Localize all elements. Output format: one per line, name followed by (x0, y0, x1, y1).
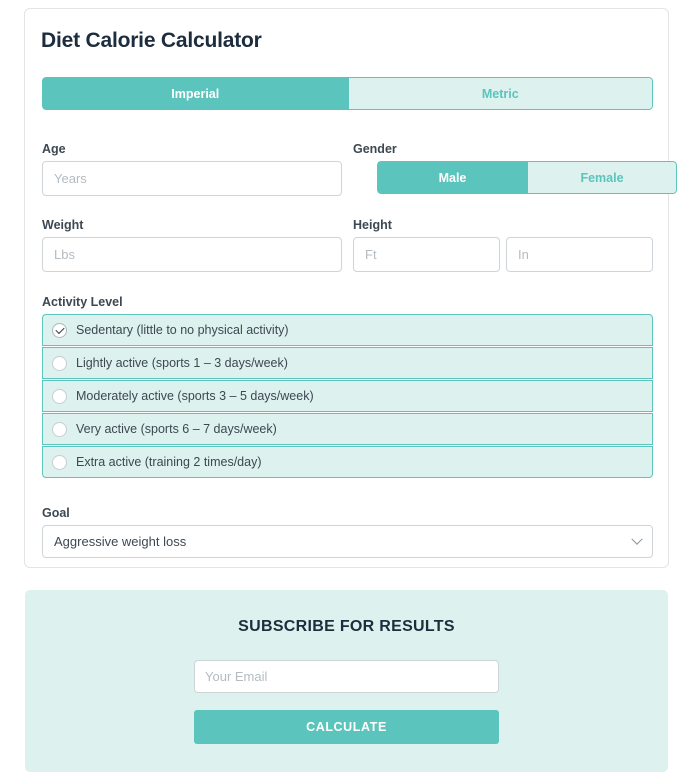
activity-option-label: Moderately active (sports 3 – 5 days/wee… (76, 389, 314, 403)
activity-option-label: Lightly active (sports 1 – 3 days/week) (76, 356, 288, 370)
radio-icon[interactable] (52, 355, 67, 371)
age-label: Age (42, 142, 66, 156)
activity-level-list: Sedentary (little to no physical activit… (42, 314, 653, 478)
activity-level-label: Activity Level (42, 295, 123, 309)
radio-icon[interactable] (52, 388, 67, 404)
activity-option-label: Extra active (training 2 times/day) (76, 455, 262, 469)
calorie-calculator-page: Diet Calorie Calculator Imperial Metric … (0, 0, 693, 784)
tab-imperial[interactable]: Imperial (42, 77, 348, 110)
calculator-card: Diet Calorie Calculator Imperial Metric … (24, 8, 677, 568)
gender-option-female[interactable]: Female (527, 161, 677, 194)
height-inches-input[interactable] (506, 237, 653, 272)
subscribe-title: SUBSCRIBE FOR RESULTS (238, 618, 455, 635)
page-title: Diet Calorie Calculator (41, 29, 262, 52)
radio-checked-icon[interactable] (52, 322, 67, 338)
age-input[interactable] (42, 161, 342, 196)
subscribe-panel: SUBSCRIBE FOR RESULTS CALCULATE (25, 590, 668, 772)
radio-icon[interactable] (52, 454, 67, 470)
email-input[interactable] (194, 660, 499, 693)
height-label: Height (353, 218, 392, 232)
unit-system-toggle: Imperial Metric (42, 77, 653, 110)
activity-option-label: Sedentary (little to no physical activit… (76, 323, 289, 337)
activity-option-moderately-active[interactable]: Moderately active (sports 3 – 5 days/wee… (42, 380, 653, 412)
weight-label: Weight (42, 218, 84, 232)
height-feet-input[interactable] (353, 237, 500, 272)
activity-option-lightly-active[interactable]: Lightly active (sports 1 – 3 days/week) (42, 347, 653, 379)
chevron-down-icon (631, 533, 643, 545)
activity-option-very-active[interactable]: Very active (sports 6 – 7 days/week) (42, 413, 653, 445)
weight-input[interactable] (42, 237, 342, 272)
goal-select[interactable]: Aggressive weight loss (42, 525, 653, 558)
tab-metric[interactable]: Metric (347, 77, 653, 110)
goal-label: Goal (42, 506, 70, 520)
calculate-button[interactable]: CALCULATE (194, 710, 499, 744)
activity-option-sedentary[interactable]: Sedentary (little to no physical activit… (42, 314, 653, 346)
goal-selected-value: Aggressive weight loss (54, 534, 187, 549)
gender-label: Gender (353, 142, 397, 156)
activity-option-extra-active[interactable]: Extra active (training 2 times/day) (42, 446, 653, 478)
activity-option-label: Very active (sports 6 – 7 days/week) (76, 422, 277, 436)
gender-toggle: Male Female (377, 161, 677, 194)
radio-icon[interactable] (52, 421, 67, 437)
gender-option-male[interactable]: Male (377, 161, 527, 194)
